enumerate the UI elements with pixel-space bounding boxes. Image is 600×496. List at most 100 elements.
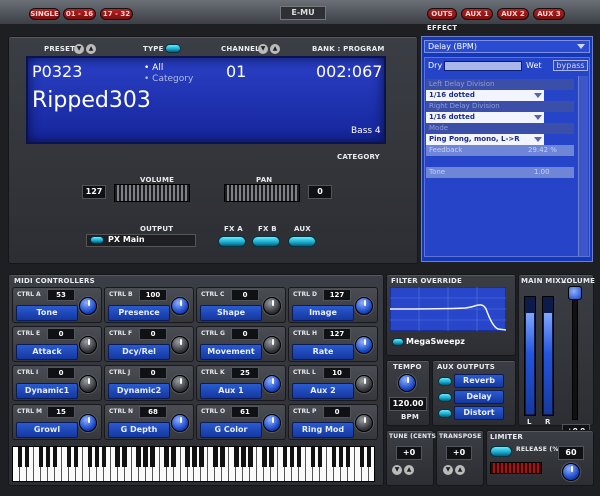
mode-select[interactable]: Ping Pong, mono, L->R bbox=[426, 134, 544, 145]
controller-value[interactable]: 100 bbox=[139, 289, 167, 301]
tune-value[interactable]: +0 bbox=[396, 446, 422, 460]
controller-value[interactable]: 15 bbox=[47, 406, 75, 418]
black-key[interactable] bbox=[366, 447, 372, 468]
controller-knob[interactable] bbox=[355, 336, 373, 354]
transpose-up-arrow-icon[interactable]: ▲ bbox=[455, 465, 465, 475]
distort-button[interactable]: Distort bbox=[454, 406, 504, 420]
preset-number[interactable]: P0323 bbox=[32, 62, 82, 81]
aux1-button[interactable]: AUX 1 bbox=[461, 8, 493, 20]
controller-value[interactable]: 127 bbox=[323, 328, 351, 340]
black-key[interactable] bbox=[150, 447, 155, 468]
aux2-button[interactable]: AUX 2 bbox=[497, 8, 529, 20]
controller-knob[interactable] bbox=[263, 414, 281, 432]
dry-wet-slider[interactable] bbox=[444, 61, 522, 71]
controller-value[interactable]: 0 bbox=[47, 328, 75, 340]
controller-name-button[interactable]: Image bbox=[292, 305, 354, 321]
piano-keyboard[interactable] bbox=[12, 446, 375, 482]
channel-up-arrow-icon[interactable]: ▲ bbox=[270, 44, 280, 54]
black-key[interactable] bbox=[248, 447, 253, 468]
black-key[interactable] bbox=[101, 447, 106, 468]
outs-button[interactable]: OUTS bbox=[427, 8, 457, 20]
black-key[interactable] bbox=[52, 447, 58, 468]
black-key[interactable] bbox=[17, 447, 23, 468]
volume-fader-track[interactable] bbox=[572, 288, 578, 420]
controller-value[interactable]: 10 bbox=[323, 367, 351, 379]
delay-button[interactable]: Delay bbox=[454, 390, 504, 404]
black-key[interactable] bbox=[185, 447, 190, 468]
aux-button[interactable] bbox=[288, 236, 316, 247]
controller-name-button[interactable]: Dynamic2 bbox=[108, 383, 170, 399]
controller-name-button[interactable]: Movement bbox=[200, 344, 262, 360]
controller-knob[interactable] bbox=[355, 297, 373, 315]
controller-value[interactable]: 61 bbox=[231, 406, 259, 418]
delay-led[interactable] bbox=[438, 393, 452, 402]
tune-down-arrow-icon[interactable]: ▼ bbox=[392, 465, 402, 475]
channel-value[interactable]: 01 bbox=[226, 62, 246, 81]
controller-name-button[interactable]: Growl bbox=[16, 422, 78, 438]
controller-value[interactable]: 68 bbox=[139, 406, 167, 418]
black-key[interactable] bbox=[66, 447, 72, 468]
black-key[interactable] bbox=[164, 447, 169, 468]
controller-knob[interactable] bbox=[263, 297, 281, 315]
release-knob[interactable] bbox=[562, 463, 580, 481]
black-key[interactable] bbox=[171, 447, 176, 468]
black-key[interactable] bbox=[87, 447, 92, 468]
black-key[interactable] bbox=[269, 447, 274, 468]
controller-value[interactable]: 0 bbox=[139, 367, 167, 379]
controller-name-button[interactable]: Rate bbox=[292, 344, 354, 360]
controller-name-button[interactable]: Dcy/Rel bbox=[108, 344, 170, 360]
preset-down-arrow-icon[interactable]: ▼ bbox=[74, 44, 84, 54]
fxa-button[interactable] bbox=[218, 236, 246, 247]
controller-value[interactable]: 0 bbox=[231, 289, 259, 301]
controller-knob[interactable] bbox=[171, 375, 189, 393]
controller-knob[interactable] bbox=[79, 297, 97, 315]
black-key[interactable] bbox=[220, 447, 225, 468]
black-key[interactable] bbox=[317, 447, 323, 468]
black-key[interactable] bbox=[136, 447, 141, 468]
tempo-value[interactable]: 120.00 bbox=[389, 397, 427, 411]
controller-knob[interactable] bbox=[171, 297, 189, 315]
black-key[interactable] bbox=[289, 447, 295, 468]
volume-slider[interactable] bbox=[114, 184, 190, 202]
black-key[interactable] bbox=[122, 447, 127, 468]
category-value[interactable]: Bass 4 bbox=[351, 126, 381, 136]
black-key[interactable] bbox=[73, 447, 79, 468]
controller-knob[interactable] bbox=[171, 336, 189, 354]
limiter-toggle[interactable] bbox=[490, 446, 512, 457]
pan-slider[interactable] bbox=[224, 184, 300, 202]
controller-name-button[interactable]: Shape bbox=[200, 305, 262, 321]
controller-value[interactable]: 53 bbox=[47, 289, 75, 301]
preset-up-arrow-icon[interactable]: ▲ bbox=[86, 44, 96, 54]
controller-knob[interactable] bbox=[263, 375, 281, 393]
black-key[interactable] bbox=[38, 447, 44, 468]
black-key[interactable] bbox=[283, 447, 288, 468]
release-value[interactable]: 60 bbox=[558, 446, 584, 460]
controller-knob[interactable] bbox=[355, 414, 373, 432]
controller-name-button[interactable]: Aux 1 bbox=[200, 383, 262, 399]
channels-1-16-button[interactable]: 01 - 16 bbox=[63, 8, 96, 20]
channel-down-arrow-icon[interactable]: ▼ bbox=[258, 44, 268, 54]
tone-slider[interactable]: Tone 1.00 bbox=[426, 167, 574, 178]
black-key[interactable] bbox=[359, 447, 365, 468]
black-key[interactable] bbox=[338, 447, 344, 468]
tune-up-arrow-icon[interactable]: ▲ bbox=[404, 465, 414, 475]
controller-name-button[interactable]: Presence bbox=[108, 305, 170, 321]
black-key[interactable] bbox=[143, 447, 148, 468]
preset-name[interactable]: Ripped303 bbox=[32, 88, 151, 113]
controller-name-button[interactable]: Dynamic1 bbox=[16, 383, 78, 399]
black-key[interactable] bbox=[262, 447, 267, 468]
type-all[interactable]: • All bbox=[144, 63, 163, 73]
controller-knob[interactable] bbox=[79, 336, 97, 354]
controller-knob[interactable] bbox=[79, 375, 97, 393]
black-key[interactable] bbox=[310, 447, 316, 468]
controller-knob[interactable] bbox=[171, 414, 189, 432]
black-key[interactable] bbox=[345, 447, 351, 468]
feedback-slider[interactable]: Feedback 29.42 % bbox=[426, 145, 574, 156]
pan-value[interactable]: 0 bbox=[308, 185, 332, 199]
controller-value[interactable]: 127 bbox=[323, 289, 351, 301]
black-key[interactable] bbox=[115, 447, 120, 468]
controller-knob[interactable] bbox=[79, 414, 97, 432]
transpose-value[interactable]: +0 bbox=[446, 446, 472, 460]
channels-17-32-button[interactable]: 17 - 32 bbox=[100, 8, 133, 20]
controller-value[interactable]: 25 bbox=[231, 367, 259, 379]
